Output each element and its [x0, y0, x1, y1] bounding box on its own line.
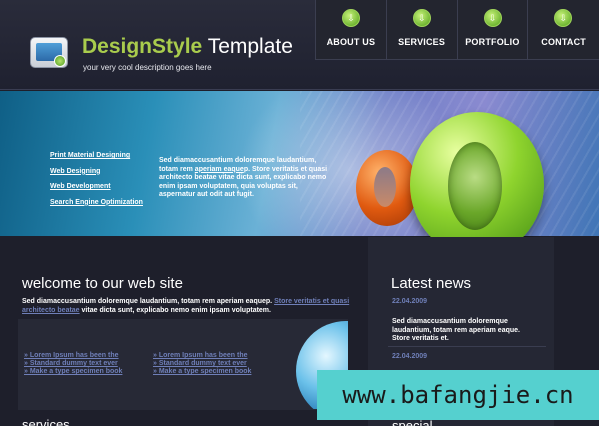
main-nav: ⇩ ABOUT US ⇩ SERVICES ⇩ PORTFOLIO ⇩ CONT…	[315, 0, 599, 60]
banner-links: Print Material Designing Web Designing W…	[50, 152, 143, 214]
download-icon: ⇩	[554, 9, 573, 27]
welcome-heading: welcome to our web site	[22, 275, 183, 292]
news-divider	[388, 346, 546, 347]
feature-list-1: » Lorem Ipsum has been the » Standard du…	[24, 352, 122, 377]
nav-label: CONTACT	[541, 37, 586, 47]
banner-link-seo[interactable]: Search Engine Optimization	[50, 199, 143, 207]
logo-icon[interactable]	[30, 37, 68, 68]
feature-list-2: » Lorem Ipsum has been the » Standard du…	[153, 352, 251, 377]
news-text: Sed diamaccusantium doloremque laudantiu…	[392, 318, 520, 343]
list-item[interactable]: » Make a type specimen book	[24, 368, 122, 376]
watermark-text: www.bafangjie.cn	[342, 381, 574, 409]
watermark-banner: www.bafangjie.cn	[317, 370, 599, 420]
list-item[interactable]: » Make a type specimen book	[153, 368, 251, 376]
news-date: 22.04.2009	[392, 298, 428, 305]
list-item[interactable]: » Standard dummy text ever	[24, 360, 122, 368]
site-title-part1: DesignStyle	[82, 35, 203, 58]
banner-link-web-designing[interactable]: Web Designing	[50, 168, 143, 176]
banner-description: Sed diamaccusantium doloremque laudantiu…	[159, 157, 328, 199]
site-title-part2: Template	[207, 35, 293, 58]
welcome-text: Sed diamaccusantium doloremque laudantiu…	[22, 298, 350, 314]
nav-label: ABOUT US	[326, 37, 376, 47]
orange-o-graphic	[356, 150, 418, 226]
banner-link-web-development[interactable]: Web Development	[50, 183, 143, 191]
news-date: 22.04.2009	[392, 353, 428, 360]
nav-item-services[interactable]: ⇩ SERVICES	[387, 0, 458, 60]
nav-item-about-us[interactable]: ⇩ ABOUT US	[316, 0, 387, 60]
list-item[interactable]: » Lorem Ipsum has been the	[24, 352, 122, 360]
site-tagline: your very cool description goes here	[83, 63, 212, 72]
services-heading: services	[22, 417, 70, 426]
list-item[interactable]: » Standard dummy text ever	[153, 360, 251, 368]
download-icon: ⇩	[483, 9, 502, 27]
banner-link-print[interactable]: Print Material Designing	[50, 152, 143, 160]
list-item[interactable]: » Lorem Ipsum has been the	[153, 352, 251, 360]
download-icon: ⇩	[412, 9, 431, 27]
nav-label: SERVICES	[398, 37, 446, 47]
download-icon: ⇩	[342, 9, 360, 27]
green-o-graphic	[410, 112, 544, 257]
banner-inline-link[interactable]: aperiam eaque	[195, 166, 244, 173]
news-heading: Latest news	[391, 275, 472, 292]
nav-item-contact[interactable]: ⇩ CONTACT	[528, 0, 599, 60]
site-title[interactable]: DesignStyle Template	[82, 35, 293, 59]
nav-label: PORTFOLIO	[465, 37, 520, 47]
nav-item-portfolio[interactable]: ⇩ PORTFOLIO	[458, 0, 529, 60]
